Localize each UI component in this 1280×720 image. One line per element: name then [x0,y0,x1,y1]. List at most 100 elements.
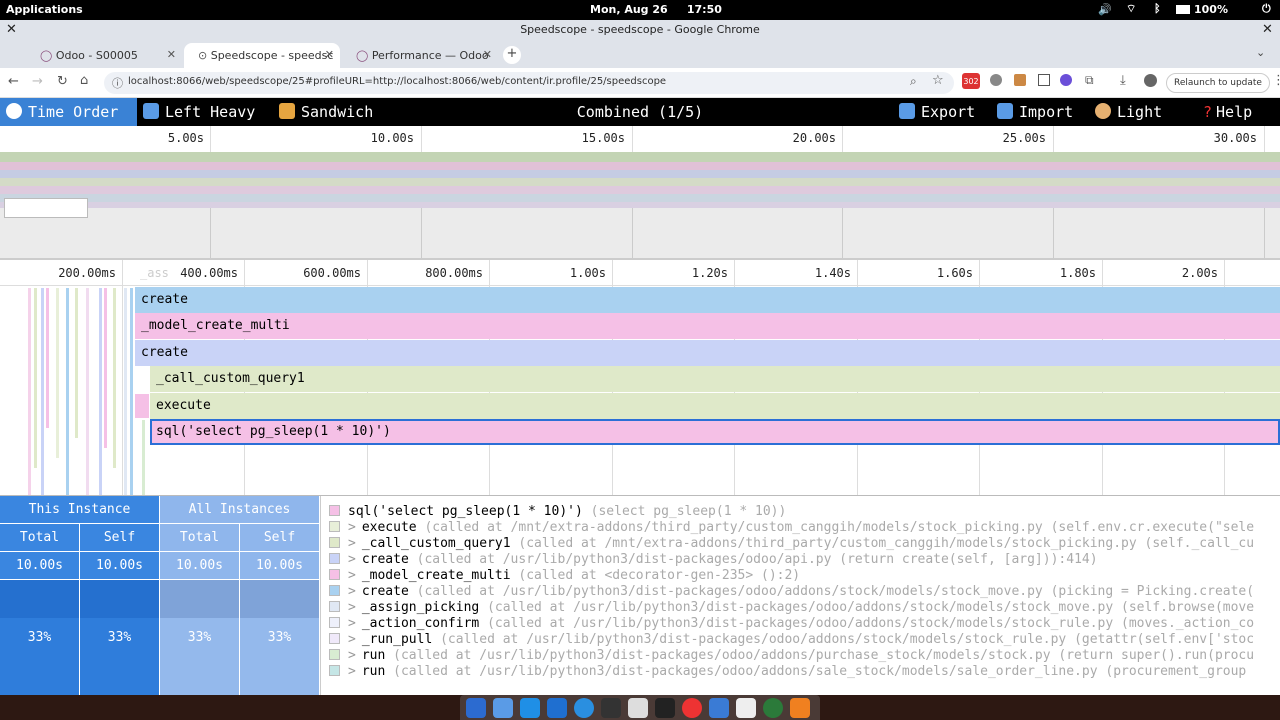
tab-odoo[interactable]: ◯ Odoo - S00005 ✕ [26,43,182,68]
close-tab-icon[interactable]: ✕ [483,48,492,61]
expand-arrow-icon[interactable]: > [348,600,356,615]
calendar-icon[interactable] [628,698,648,718]
minimap-viewport[interactable] [4,198,88,218]
expand-arrow-icon[interactable]: > [348,584,356,599]
stack-row[interactable]: > run (called at /usr/lib/python3/dist-pa… [329,664,1246,680]
applications-menu[interactable]: Applications [6,3,83,16]
expand-arrow-icon[interactable]: > [348,632,356,647]
flame-frame[interactable]: _call_custom_query1 [150,366,1280,392]
zoom-icon[interactable]: ⌕ [910,74,917,89]
flame-frame[interactable]: execute [150,393,1280,419]
url-field[interactable]: ⓘ localhost:8066/web/speedscope/25#profi… [104,72,954,94]
stack-row[interactable]: > _assign_picking (called at /usr/lib/pyt… [329,600,1254,616]
vscode-icon[interactable] [547,698,567,718]
flame-sliver[interactable] [142,420,145,496]
app-icon[interactable] [736,698,756,718]
flame-frame[interactable]: create [135,340,1280,366]
clock-icon [6,103,22,119]
stack-row[interactable]: > create (called at /usr/lib/python3/dist… [329,552,1098,568]
bluetooth-icon[interactable]: ᛒ [1154,2,1161,15]
flame-chart[interactable]: _ass 200.00ms 400.00ms 600.00ms 800.00ms… [0,260,1280,496]
profile-avatar[interactable] [1144,74,1157,87]
bookmark-star-icon[interactable]: ☆ [932,73,944,88]
minimap[interactable]: 5.00s 10.00s 15.00s 20.00s 25.00s 30.00s [0,126,1280,260]
stack-row[interactable]: > _call_custom_query1 (called at /mnt/ext… [329,536,1254,552]
tab-speedscope[interactable]: ⊙ Speedscope - speedsc ✕ [184,43,340,68]
flame-sliver[interactable] [135,394,149,418]
tab-performance[interactable]: ◯ Performance — Odoo ✕ [342,43,498,68]
relaunch-to-update-button[interactable]: Relaunch to update [1166,73,1270,93]
volume-icon[interactable]: 🔊 [1098,3,1112,16]
flame-frame[interactable]: _model_create_multi [135,313,1280,339]
extensions-puzzle-icon[interactable]: ⧉ [1085,73,1094,88]
apps-grid-icon[interactable] [466,698,486,718]
close-tab-icon[interactable]: ✕ [325,48,334,61]
flame-sliver[interactable] [46,288,49,428]
flame-sliver[interactable] [99,288,102,496]
extension-icon[interactable] [990,74,1002,86]
expand-arrow-icon[interactable]: > [348,568,356,583]
flame-sliver[interactable] [75,288,78,438]
app-icon[interactable] [763,698,783,718]
expand-arrow-icon[interactable]: > [348,520,356,535]
stack-row[interactable]: > _model_create_multi (called at <decorat… [329,568,800,584]
theme-toggle-button[interactable]: Light [1089,98,1193,126]
vlc-icon[interactable] [790,698,810,718]
reload-icon[interactable]: ↻ [57,74,68,89]
stack-row[interactable]: > execute (called at /mnt/extra-addons/th… [329,520,1254,536]
flame-sliver[interactable] [56,288,59,458]
extension-icon[interactable] [1038,74,1050,86]
new-tab-icon[interactable]: + [503,46,521,64]
extension-302-icon[interactable]: 302 [962,73,980,89]
chrome-icon[interactable] [682,698,702,718]
flame-sliver[interactable] [66,288,69,496]
flame-sliver[interactable] [34,288,37,468]
site-info-icon[interactable]: ⓘ [112,75,123,91]
profile-name[interactable]: Combined (1/5) [560,103,720,121]
extension-icon[interactable] [1014,74,1026,86]
expand-arrow-icon[interactable]: > [348,536,356,551]
power-icon[interactable]: ⏻ [1262,2,1271,16]
expand-arrow-icon[interactable]: > [348,664,356,679]
flame-sliver[interactable] [104,288,107,448]
sandwich-tab[interactable]: Sandwich [273,98,393,126]
back-icon[interactable]: ← [8,74,19,89]
home-icon[interactable]: ⌂ [80,73,88,88]
wifi-icon[interactable]: ⌔ [1126,2,1136,16]
stack-row[interactable]: > create (called at /usr/lib/python3/dist… [329,584,1254,600]
export-button[interactable]: Export [893,98,991,126]
flame-sliver[interactable] [86,288,89,496]
expand-arrow-icon[interactable]: > [348,552,356,567]
close-tab-icon[interactable]: ✕ [167,48,176,61]
import-button[interactable]: Import [991,98,1089,126]
stack-row[interactable]: > run (called at /usr/lib/python3/dist-pa… [329,648,1254,664]
flame-sliver[interactable] [113,288,116,468]
expand-arrow-icon[interactable]: > [348,648,356,663]
software-icon[interactable] [520,698,540,718]
forward-icon[interactable]: → [32,74,43,89]
flame-sliver[interactable] [41,288,44,496]
files-icon[interactable] [493,698,513,718]
stack-row[interactable]: > _action_confirm (called at /usr/lib/pyt… [329,616,1254,632]
stack-row[interactable]: > _run_pull (called at /usr/lib/python3/d… [329,632,1254,648]
time-order-tab[interactable]: Time Order [0,98,137,126]
expand-arrow-icon[interactable]: > [348,616,356,631]
download-icon[interactable]: ⤓ [1120,73,1126,88]
left-heavy-tab[interactable]: Left Heavy [137,98,273,126]
screen-record-icon[interactable] [601,698,621,718]
flame-sliver[interactable] [130,288,133,496]
extension-icon[interactable] [1060,74,1072,86]
system-clock[interactable]: Mon, Aug 26 17:50 [590,3,722,16]
flame-sliver[interactable] [28,288,31,496]
menu-kebab-icon[interactable]: ⋮ [1272,73,1280,88]
app-icon[interactable] [709,698,729,718]
tab-search-icon[interactable]: ⌄ [1256,46,1265,59]
app-icon[interactable] [574,698,594,718]
window-close-icon[interactable]: ✕ [1262,22,1273,37]
terminal-icon[interactable] [655,698,675,718]
stack-row[interactable]: sql('select pg_sleep(1 * 10)') (select p… [329,504,786,520]
flame-frame-selected[interactable]: sql('select pg_sleep(1 * 10)') [150,419,1280,445]
flame-frame[interactable]: create [135,287,1280,313]
flame-sliver[interactable] [124,288,127,496]
help-button[interactable]: ? Help [1197,98,1280,126]
